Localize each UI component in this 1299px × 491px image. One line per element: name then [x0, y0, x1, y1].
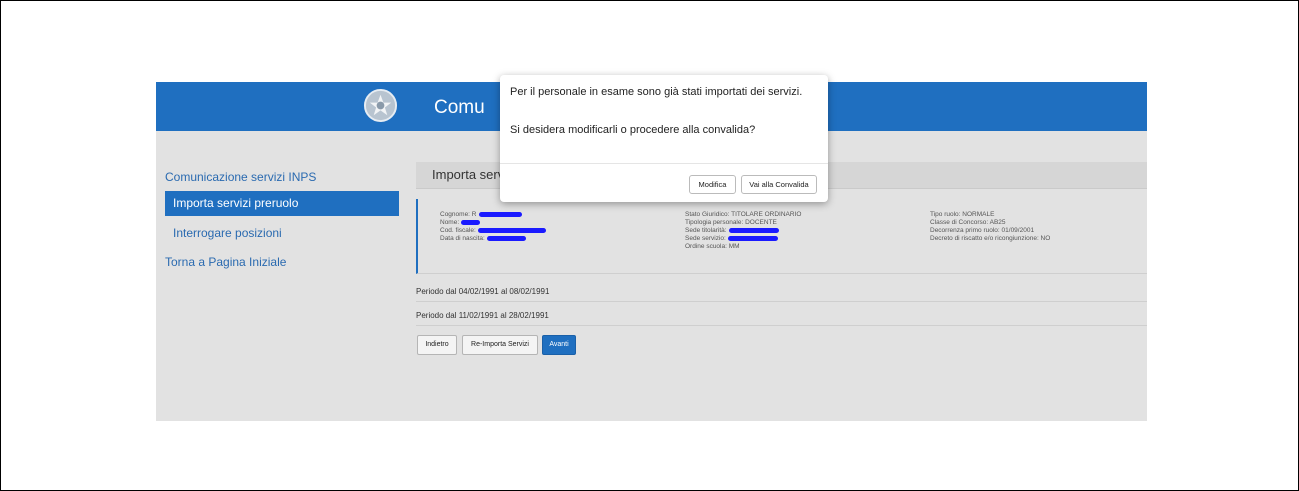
redaction-mark: [477, 227, 546, 233]
redaction-mark: [486, 235, 526, 241]
info-cognome: Cognome: R: [440, 211, 477, 218]
sidebar-item-importa-active[interactable]: Importa servizi preruolo: [165, 191, 399, 216]
info-data-nascita: Data di nascita:: [440, 235, 485, 242]
info-tipologia: Tipologia personale: DOCENTE: [685, 219, 777, 226]
info-cod-fiscale: Cod. fiscale:: [440, 227, 476, 234]
sidebar-item-interrogare[interactable]: Interrogare posizioni: [173, 226, 282, 240]
info-column-2: Stato Giuridico: TITOLARE ORDINARIO Tipo…: [685, 211, 801, 251]
modify-button[interactable]: Modifica: [689, 175, 736, 194]
info-sede-servizio: Sede servizio:: [685, 235, 726, 242]
dialog-message: Per il personale in esame sono già stati…: [510, 86, 803, 98]
reimport-button[interactable]: Re-Importa Servizi: [462, 335, 538, 355]
redaction-mark: [728, 227, 779, 233]
republic-emblem-icon: [363, 88, 398, 123]
employee-info-box: Cognome: R Nome: Cod. fiscale: Data di n…: [416, 199, 1147, 274]
redaction-mark: [727, 235, 778, 241]
info-decorrenza: Decorrenza primo ruolo: 01/09/2001: [930, 227, 1035, 234]
sidebar: Comunicazione servizi INPS Importa servi…: [156, 131, 411, 421]
go-to-convalida-button[interactable]: Vai alla Convalida: [741, 175, 817, 194]
info-column-3: Tipo ruolo: NORMALE Classe di Concorso: …: [930, 211, 1050, 243]
dialog-footer: Modifica Vai alla Convalida: [500, 163, 828, 203]
info-ordine-scuola: Ordine scuola: MM: [685, 243, 740, 250]
info-nome: Nome:: [440, 219, 460, 226]
back-button[interactable]: Indietro: [417, 335, 457, 355]
info-column-1: Cognome: R Nome: Cod. fiscale: Data di n…: [440, 211, 546, 243]
info-stato-giuridico: Stato Giuridico: TITOLARE ORDINARIO: [685, 211, 802, 218]
info-classe-concorso: Classe di Concorso: AB25: [930, 219, 1006, 226]
sidebar-item-comunicazione[interactable]: Comunicazione servizi INPS: [165, 170, 316, 184]
info-tipo-ruolo: Tipo ruolo: NORMALE: [930, 211, 995, 218]
info-decreto: Decreto di riscatto e/o ricongiunzione: …: [930, 235, 1051, 242]
info-sede-titolarita: Sede titolarità:: [685, 227, 727, 234]
dialog-question: Si desidera modificarli o procedere alla…: [510, 124, 756, 136]
redaction-mark: [478, 211, 522, 217]
app-title: Comu: [434, 97, 485, 118]
next-button[interactable]: Avanti: [542, 335, 576, 355]
period-row[interactable]: Periodo dal 11/02/1991 al 28/02/1991: [416, 311, 1147, 326]
period-row[interactable]: Periodo dal 04/02/1991 al 08/02/1991: [416, 287, 1147, 302]
redaction-mark: [461, 219, 481, 225]
panel-title: Importa servi: [432, 167, 508, 182]
sidebar-item-home[interactable]: Torna a Pagina Iniziale: [165, 255, 286, 269]
confirm-dialog: Per il personale in esame sono già stati…: [500, 75, 828, 202]
